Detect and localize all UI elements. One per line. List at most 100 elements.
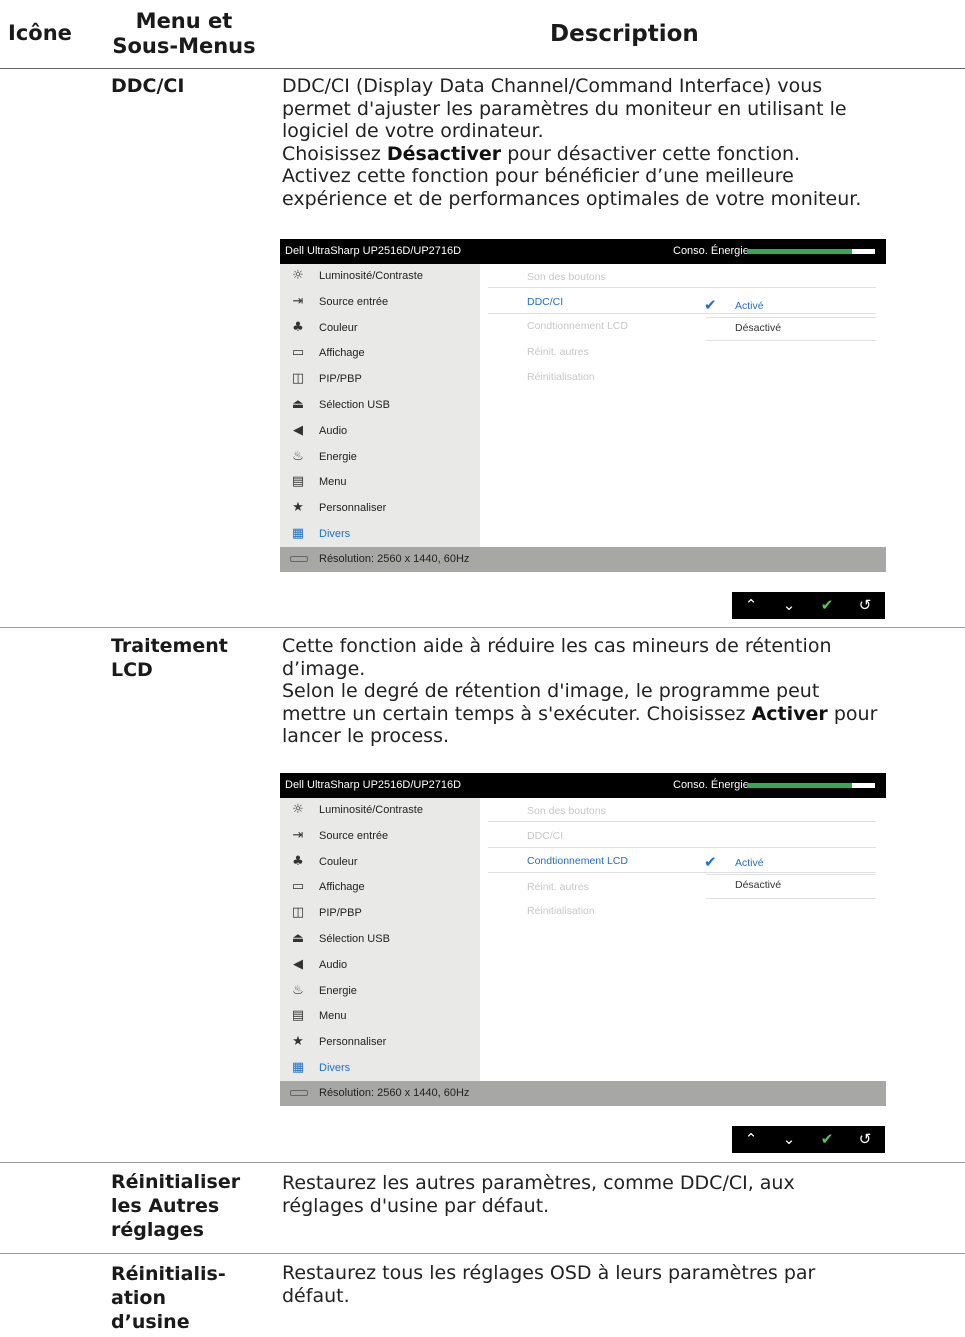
input-source-icon: ⇥ (292, 293, 304, 309)
description-ddcci: DDC/CI (Display Data Channel/Command Int… (282, 75, 862, 210)
submenu-item: Réinitialisation (527, 371, 595, 383)
osd-menu-label: Divers (319, 528, 351, 540)
energy-meter (747, 783, 875, 788)
pip-icon: ◫ (291, 905, 305, 921)
row-divider (0, 627, 965, 628)
osd-menu-item[interactable]: ☼ Luminosité/Contraste (280, 798, 480, 824)
energy-icon: ♨ (292, 982, 304, 998)
header-divider (0, 68, 965, 69)
osd-title-bar: Dell UltraSharp UP2516D/UP2716D Conso. É… (280, 773, 886, 798)
osd-menu-item[interactable]: ◀ Audio (280, 953, 480, 979)
osd-menu-item[interactable]: ⏏ Sélection USB (280, 393, 480, 419)
osd-menu-label: Audio (319, 958, 348, 971)
connector-icon (290, 556, 308, 562)
pip-icon: ◫ (291, 371, 305, 387)
osd-menu-item[interactable]: ◫ PIP/PBP (280, 901, 480, 927)
up-arrow-icon[interactable]: ⌃ (732, 592, 770, 619)
display-icon: ▭ (291, 345, 305, 361)
osd-menu-label: Luminosité/Contraste (319, 270, 423, 282)
audio-icon: ◀ (293, 956, 303, 972)
osd-menu-label: Energie (319, 450, 357, 463)
osd-main-menu: ☼ Luminosité/Contraste ⇥ Source entrée ♣ Coul… (280, 264, 480, 547)
osd-status-bar: Résolution: 2560 x 1440, 60Hz (280, 547, 886, 572)
down-arrow-icon[interactable]: ⌄ (770, 1126, 808, 1153)
osd-menu-label: Personnaliser (319, 1036, 387, 1049)
osd-menu-item[interactable]: ▤ Menu (280, 470, 480, 496)
submenu-item: Son des boutons (527, 805, 606, 817)
osd-menu-item[interactable]: ▭ Affichage (280, 875, 480, 901)
back-icon[interactable]: ↺ (846, 592, 884, 619)
down-arrow-icon[interactable]: ⌄ (770, 592, 808, 619)
submenu-item-active: DDC/CI (527, 296, 564, 308)
color-icon: ♣ (292, 853, 304, 869)
osd-menu-label: PIP/PBP (319, 907, 362, 920)
others-icon: ▦ (291, 526, 305, 541)
row-divider (0, 1253, 965, 1254)
osd-menu-label: Personnaliser (319, 502, 387, 515)
osd-menu-item[interactable]: ◫ PIP/PBP (280, 367, 480, 393)
osd-menu-item[interactable]: ▤ Menu (280, 1004, 480, 1030)
up-arrow-icon[interactable]: ⌃ (732, 1126, 770, 1153)
osd-menu-item[interactable]: ♣ Couleur (280, 850, 480, 876)
osd-menu-label: Audio (319, 424, 348, 437)
energy-label: Conso. Énergie (673, 245, 749, 257)
option-enabled: Activé (735, 857, 764, 869)
resolution-text: Résolution: 2560 x 1440, 60Hz (319, 553, 470, 565)
usb-icon: ⏏ (291, 397, 305, 412)
display-icon: ▭ (291, 879, 305, 895)
osd-menu-item[interactable]: ▦ Divers (280, 1056, 480, 1082)
osd-submenu: Son des boutons DDC/CI Condtionnement LC… (480, 798, 886, 1081)
osd-menu-item[interactable]: ◀ Audio (280, 419, 480, 445)
osd-menu-item[interactable]: ⏏ Sélection USB (280, 927, 480, 953)
brightness-icon: ☼ (292, 802, 304, 817)
submenu-item-active: Condtionnement LCD (527, 855, 628, 867)
osd-status-bar: Résolution: 2560 x 1440, 60Hz (280, 1081, 886, 1106)
menu-name-reset-other: Réinitialiser les Autres réglages (111, 1171, 241, 1241)
osd-menu-item[interactable]: ▦ Divers (280, 522, 480, 548)
osd-menu-item[interactable]: ♨ Energie (280, 445, 480, 471)
check-icon: ✔ (704, 296, 717, 314)
brightness-icon: ☼ (292, 268, 304, 283)
osd-title-bar: Dell UltraSharp UP2516D/UP2716D Conso. É… (280, 239, 886, 264)
osd-menu-label: Menu (319, 1010, 347, 1023)
osd-menu-item[interactable]: ♨ Energie (280, 979, 480, 1005)
menu-name-lcd: Traitement LCD (111, 635, 228, 681)
osd-menu-label: Divers (319, 1062, 351, 1074)
osd-menu-label: Affichage (319, 881, 365, 894)
menu-icon: ▤ (291, 1008, 305, 1024)
back-icon[interactable]: ↺ (846, 1126, 884, 1153)
osd-screenshot-ddcci: Dell UltraSharp UP2516D/UP2716D Conso. É… (280, 239, 886, 606)
osd-menu-item[interactable]: ☼ Luminosité/Contraste (280, 264, 480, 290)
usb-icon: ⏏ (291, 931, 305, 946)
osd-nav-buttons: ⌃ ⌄ ✔ ↺ (732, 1126, 885, 1153)
header-menu-column: Menu et Sous-Menus (112, 9, 256, 58)
osd-menu-label: Source entrée (319, 295, 389, 308)
menu-name-factory-reset: Réinitialis- ation d’usine (111, 1263, 226, 1333)
check-button-icon[interactable]: ✔ (808, 592, 846, 619)
option-disabled: Désactivé (735, 879, 782, 891)
osd-menu-item[interactable]: ★ Personnaliser (280, 1030, 480, 1056)
osd-menu-item[interactable]: ♣ Couleur (280, 316, 480, 342)
header-icon-column: Icône (8, 21, 72, 45)
osd-menu-label: Source entrée (319, 829, 389, 842)
menu-icon: ▤ (291, 474, 305, 490)
osd-title: Dell UltraSharp UP2516D/UP2716D (285, 779, 462, 791)
osd-menu-item[interactable]: ⇥ Source entrée (280, 824, 480, 850)
option-enabled: Activé (735, 300, 764, 312)
description-factory-reset: Restaurez tous les réglages OSD à leurs … (282, 1262, 816, 1307)
osd-main-menu: ☼ Luminosité/Contraste ⇥ Source entrée ♣ Coul… (280, 798, 480, 1081)
color-icon: ♣ (292, 319, 304, 335)
osd-menu-label: PIP/PBP (319, 373, 362, 386)
osd-menu-label: Menu (319, 476, 347, 489)
osd-menu-item[interactable]: ★ Personnaliser (280, 496, 480, 522)
star-icon: ★ (292, 1034, 304, 1050)
osd-menu-label: Couleur (319, 855, 358, 868)
description-reset-other: Restaurez les autres paramètres, comme D… (282, 1172, 795, 1217)
submenu-item: Réinit. autres (527, 346, 589, 358)
osd-menu-item[interactable]: ▭ Affichage (280, 341, 480, 367)
osd-menu-item[interactable]: ⇥ Source entrée (280, 290, 480, 316)
check-button-icon[interactable]: ✔ (808, 1126, 846, 1153)
description-lcd: Cette fonction aide à réduire les cas mi… (282, 635, 878, 747)
audio-icon: ◀ (293, 422, 303, 438)
submenu-item: Son des boutons (527, 271, 606, 283)
